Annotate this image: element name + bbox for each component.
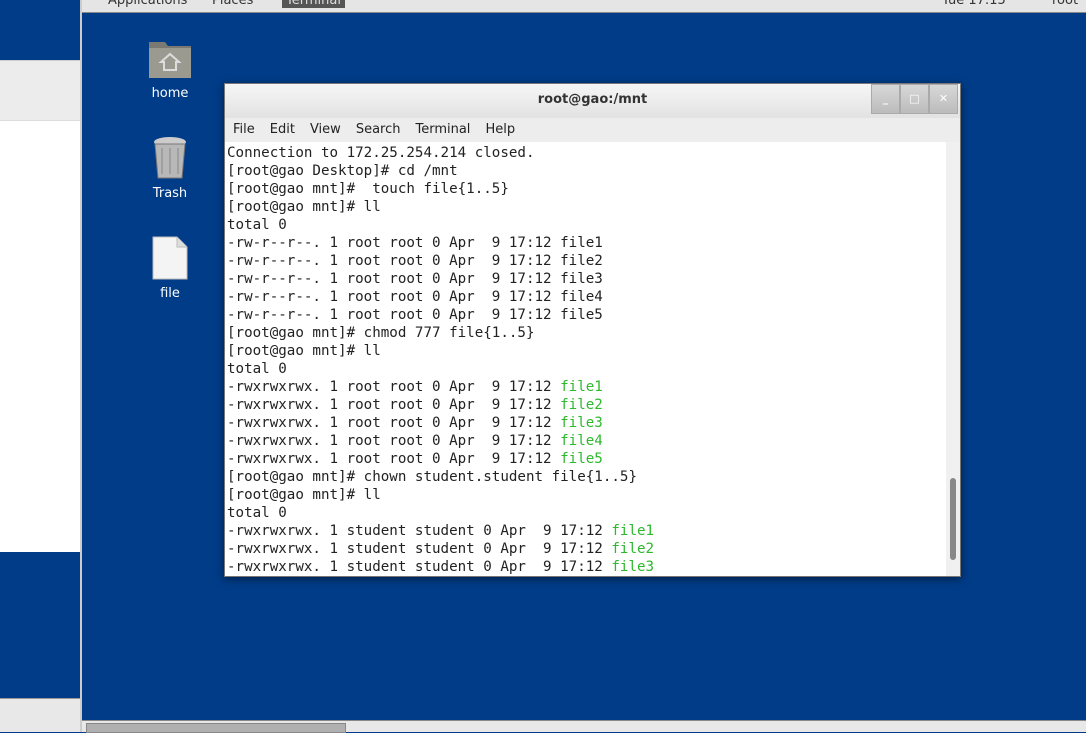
- scrollbar[interactable]: [946, 142, 960, 576]
- icon-label: file: [160, 286, 180, 301]
- line-text: total 0: [227, 217, 287, 233]
- desktop-icon-home[interactable]: home: [130, 38, 210, 101]
- icon-label: home: [151, 86, 189, 101]
- line-text: -rw-r--r--. 1 root root 0 Apr 9 17:12: [227, 271, 561, 287]
- terminal-output[interactable]: Connection to 172.25.254.214 closed. [roo…: [225, 142, 946, 576]
- line-text: -rwxrwxrwx. 1 root root 0 Apr 9 17:12: [227, 433, 561, 449]
- terminal-line: [root@gao mnt]# chmod 777 file{1..5}: [227, 324, 944, 342]
- terminal-line: -rwxrwxrwx. 1 root root 0 Apr 9 17:12 fi…: [227, 414, 944, 432]
- line-text: -rwxrwxrwx. 1 root root 0 Apr 9 17:12: [227, 415, 561, 431]
- home-folder-icon: [149, 42, 191, 78]
- terminal-line: -rw-r--r--. 1 root root 0 Apr 9 17:12 fi…: [227, 306, 944, 324]
- terminal-line: -rwxrwxrwx. 1 root root 0 Apr 9 17:12 fi…: [227, 396, 944, 414]
- line-text: [root@gao mnt]# chown student.student fi…: [227, 469, 637, 485]
- line-text: [root@gao mnt]# ll: [227, 199, 381, 215]
- file-name: file3: [611, 559, 655, 575]
- line-text: [root@gao Desktop]# cd /mnt: [227, 163, 458, 179]
- line-text: -rw-r--r--. 1 root root 0 Apr 9 17:12: [227, 235, 561, 251]
- terminal-window[interactable]: root@gao:/mnt _ □ ✕ File Edit View Search Te…: [224, 83, 961, 577]
- terminal-line: [root@gao mnt]# chown student.student fi…: [227, 468, 944, 486]
- line-text: [root@gao mnt]# ll: [227, 487, 381, 503]
- trash-icon: [154, 137, 186, 179]
- minimize-button[interactable]: _: [871, 84, 900, 114]
- clock[interactable]: Tue 17:15: [942, 0, 1006, 8]
- terminal-line: -rw-r--r--. 1 root root 0 Apr 9 17:12 fi…: [227, 288, 944, 306]
- line-text: -rwxrwxrwx. 1 root root 0 Apr 9 17:12: [227, 451, 561, 467]
- maximize-button[interactable]: □: [900, 84, 929, 114]
- close-button[interactable]: ✕: [929, 84, 958, 114]
- file-name: file1: [611, 523, 655, 539]
- terminal-line: Connection to 172.25.254.214 closed.: [227, 144, 944, 162]
- terminal-line: -rw-r--r--. 1 root root 0 Apr 9 17:12 fi…: [227, 270, 944, 288]
- file-name: file1: [560, 379, 603, 395]
- line-text: [root@gao mnt]# ll: [227, 343, 381, 359]
- terminal-line: -rwxrwxrwx. 1 student student 0 Apr 9 17…: [227, 558, 944, 576]
- line-text: -rwxrwxrwx. 1 student student 0 Apr 9 17…: [227, 523, 612, 539]
- terminal-line: -rwxrwxrwx. 1 student student 0 Apr 9 17…: [227, 522, 944, 540]
- terminal-line: -rwxrwxrwx. 1 student student 0 Apr 9 17…: [227, 540, 944, 558]
- top-panel: Applications Places Terminal Tue 17:15 r…: [82, 0, 1086, 13]
- line-text: Connection to 172.25.254.214 closed.: [227, 145, 535, 161]
- line-text: -rw-r--r--. 1 root root 0 Apr 9 17:12: [227, 253, 561, 269]
- file-name: file3: [560, 415, 603, 431]
- file-name: file2: [560, 253, 603, 269]
- icon-label: Trash: [152, 186, 188, 201]
- places-menu[interactable]: Places: [212, 0, 253, 8]
- menu-search[interactable]: Search: [356, 118, 401, 142]
- bottom-panel: [82, 720, 1086, 733]
- terminal-line: [root@gao mnt]# ll: [227, 342, 944, 360]
- terminal-line: total 0: [227, 216, 944, 234]
- menu-edit[interactable]: Edit: [270, 118, 295, 142]
- terminal-line: [root@gao mnt]# ll: [227, 486, 944, 504]
- user-menu[interactable]: root: [1052, 0, 1078, 8]
- line-text: -rwxrwxrwx. 1 student student 0 Apr 9 17…: [227, 541, 612, 557]
- terminal-line: total 0: [227, 360, 944, 378]
- desktop-icon-trash[interactable]: Trash: [130, 134, 210, 201]
- menu-help[interactable]: Help: [485, 118, 515, 142]
- file-name: file3: [560, 271, 603, 287]
- line-text: [root@gao mnt]# touch file{1..5}: [227, 181, 509, 197]
- menu-view[interactable]: View: [310, 118, 341, 142]
- terminal-line: [root@gao mnt]# ll: [227, 198, 944, 216]
- line-text: -rwxrwxrwx. 1 root root 0 Apr 9 17:12: [227, 379, 561, 395]
- taskbar-terminal[interactable]: Terminal: [282, 0, 345, 8]
- file-name: file2: [611, 541, 655, 557]
- line-text: [root@gao mnt]# chmod 777 file{1..5}: [227, 325, 535, 341]
- line-text: total 0: [227, 505, 287, 521]
- line-text: -rwxrwxrwx. 1 student student 0 Apr 9 17…: [227, 559, 612, 575]
- background-window[interactable]: [0, 60, 80, 552]
- line-text: total 0: [227, 361, 287, 377]
- terminal-line: -rwxrwxrwx. 1 root root 0 Apr 9 17:12 fi…: [227, 450, 944, 468]
- file-name: file4: [560, 289, 603, 305]
- menu-bar: File Edit View Search Terminal Help: [225, 118, 960, 142]
- line-text: -rw-r--r--. 1 root root 0 Apr 9 17:12: [227, 289, 561, 305]
- file-name: file5: [560, 451, 603, 467]
- terminal-line: -rwxrwxrwx. 1 root root 0 Apr 9 17:12 fi…: [227, 432, 944, 450]
- background-taskbar: [0, 698, 80, 732]
- file-name: file2: [560, 397, 603, 413]
- terminal-line: [root@gao mnt]# touch file{1..5}: [227, 180, 944, 198]
- terminal-line: [root@gao Desktop]# cd /mnt: [227, 162, 944, 180]
- terminal-line: -rw-r--r--. 1 root root 0 Apr 9 17:12 fi…: [227, 234, 944, 252]
- file-name: file1: [560, 235, 603, 251]
- background-window-header: [0, 61, 80, 121]
- title-bar[interactable]: root@gao:/mnt _ □ ✕: [225, 84, 960, 118]
- line-text: -rwxrwxrwx. 1 root root 0 Apr 9 17:12: [227, 397, 561, 413]
- desktop-icon-file[interactable]: file: [130, 236, 210, 301]
- window-title: root@gao:/mnt: [537, 92, 648, 107]
- line-text: -rw-r--r--. 1 root root 0 Apr 9 17:12: [227, 307, 561, 323]
- applications-menu[interactable]: Applications: [108, 0, 187, 8]
- terminal-line: -rwxrwxrwx. 1 root root 0 Apr 9 17:12 fi…: [227, 378, 944, 396]
- scrollbar-thumb[interactable]: [950, 478, 956, 560]
- file-name: file5: [560, 307, 603, 323]
- menu-file[interactable]: File: [233, 118, 255, 142]
- menu-terminal[interactable]: Terminal: [415, 118, 470, 142]
- terminal-line: -rw-r--r--. 1 root root 0 Apr 9 17:12 fi…: [227, 252, 944, 270]
- file-icon: [152, 236, 188, 280]
- terminal-line: total 0: [227, 504, 944, 522]
- file-name: file4: [560, 433, 603, 449]
